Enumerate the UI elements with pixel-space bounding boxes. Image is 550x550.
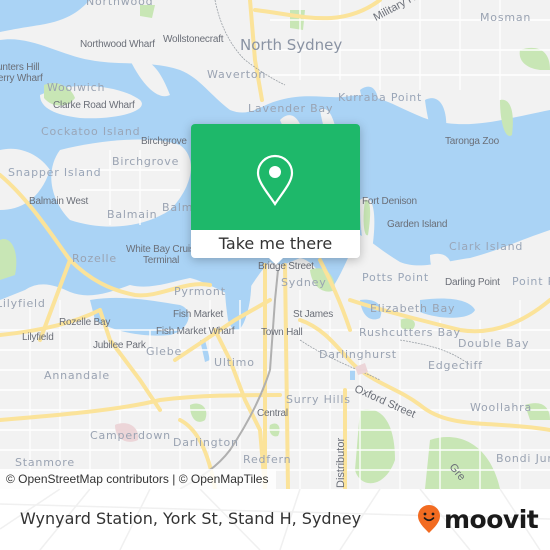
moovit-pin-icon bbox=[418, 505, 440, 533]
label-waverton: Waverton bbox=[207, 68, 267, 81]
label-fish-market-wharf: Fish Market Wharf bbox=[156, 326, 235, 337]
label-rushcutters-bay: Rushcutters Bay bbox=[359, 326, 461, 339]
map[interactable]: North Sydney Military Road Mosman Northw… bbox=[0, 0, 550, 489]
label-ultimo: Ultimo bbox=[214, 356, 255, 369]
label-white-bay-cruise: White Bay Cruise bbox=[126, 244, 201, 255]
popup-header bbox=[191, 124, 360, 230]
label-jubilee-park: Jubilee Park bbox=[93, 340, 146, 351]
label-redfern: Redfern bbox=[243, 453, 292, 466]
label-woollahra: Woollahra bbox=[470, 401, 532, 414]
label-elizabeth-bay: Elizabeth Bay bbox=[370, 302, 456, 315]
label-ferry-wharf: Ferry Wharf bbox=[0, 73, 43, 84]
label-edgecliff: Edgecliff bbox=[428, 359, 483, 372]
popup-pointer bbox=[268, 257, 284, 265]
take-me-there-popup[interactable]: Take me there bbox=[191, 124, 360, 265]
label-balmain: Balmain bbox=[107, 208, 158, 221]
label-woolwich: Woolwich bbox=[47, 81, 106, 94]
take-me-there-button[interactable]: Take me there bbox=[191, 230, 360, 258]
label-darling-point: Darling Point bbox=[445, 277, 500, 288]
label-darlington: Darlington bbox=[173, 436, 239, 449]
label-northwood-wharf: Northwood Wharf bbox=[80, 39, 155, 50]
footer: Wynyard Station, York St, Stand H, Sydne… bbox=[0, 489, 550, 550]
label-distributor: Distributor bbox=[335, 437, 347, 488]
label-kurraba-point: Kurraba Point bbox=[338, 91, 423, 104]
label-clark-island: Clark Island bbox=[449, 240, 524, 253]
label-cockatoo-island: Cockatoo Island bbox=[41, 125, 141, 138]
label-taronga-zoo: Taronga Zoo bbox=[445, 136, 499, 147]
label-bridge-street: Bridge Street bbox=[258, 261, 314, 272]
label-stanmore: Stanmore bbox=[15, 456, 75, 469]
station-name: Wynyard Station, York St, Stand H, Sydne… bbox=[20, 509, 362, 528]
label-mosman: Mosman bbox=[480, 11, 532, 24]
label-white-bay-terminal: Terminal bbox=[143, 255, 180, 266]
label-hunters-hill: Hunters Hill bbox=[0, 62, 40, 73]
label-sydney: Sydney bbox=[281, 276, 327, 289]
label-garden-island: Garden Island bbox=[387, 219, 448, 230]
label-st-james: St James bbox=[293, 309, 334, 320]
map-attribution[interactable]: © OpenStreetMap contributors | © OpenMap… bbox=[0, 469, 277, 489]
label-annandale: Annandale bbox=[44, 369, 110, 382]
label-darlinghurst: Darlinghurst bbox=[319, 348, 397, 361]
label-central: Central bbox=[257, 408, 288, 419]
label-potts-point: Potts Point bbox=[362, 271, 429, 284]
label-point-piper: Point Piper bbox=[512, 275, 550, 288]
label-lilyfield-top: Lilyfield bbox=[0, 297, 46, 310]
label-camperdown: Camperdown bbox=[90, 429, 171, 442]
label-clarke-road-wharf: Clarke Road Wharf bbox=[53, 100, 135, 111]
label-north-sydney: North Sydney bbox=[240, 36, 343, 54]
label-bondi-junction: Bondi Junction bbox=[496, 452, 550, 465]
label-snapper-island: Snapper Island bbox=[8, 166, 102, 179]
label-fort-denison: Fort Denison bbox=[362, 196, 417, 207]
label-fish-market: Fish Market bbox=[173, 309, 224, 320]
label-lavender-bay: Lavender Bay bbox=[248, 102, 334, 115]
label-lilyfield: Lilyfield bbox=[22, 332, 54, 343]
label-surry-hills: Surry Hills bbox=[286, 393, 351, 406]
label-northwood: Northwood bbox=[86, 0, 154, 8]
label-glebe: Glebe bbox=[146, 345, 183, 358]
label-rozelle-bay: Rozelle Bay bbox=[59, 317, 111, 328]
label-wollstonecraft: Wollstonecraft bbox=[163, 34, 224, 45]
moovit-logo[interactable]: moovit bbox=[417, 504, 539, 534]
label-double-bay: Double Bay bbox=[458, 337, 530, 350]
moovit-wordmark: moovit bbox=[444, 504, 539, 534]
map-pin-icon bbox=[256, 154, 294, 206]
label-town-hall: Town Hall bbox=[261, 327, 303, 338]
label-birchgrove: Birchgrove bbox=[141, 136, 187, 147]
label-pyrmont: Pyrmont bbox=[174, 285, 226, 298]
label-balmain-west: Balmain West bbox=[29, 196, 89, 207]
label-birchgrove-suburb: Birchgrove bbox=[112, 155, 180, 168]
label-rozelle: Rozelle bbox=[72, 252, 117, 265]
